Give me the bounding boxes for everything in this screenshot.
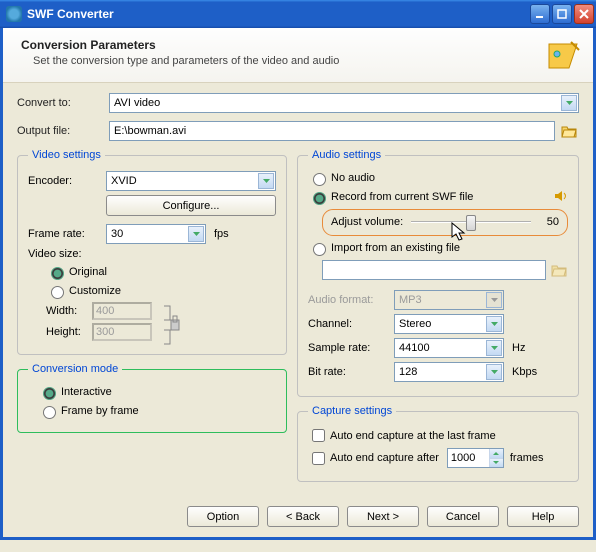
spin-down-icon[interactable] xyxy=(490,458,503,468)
adjust-volume-label: Adjust volume: xyxy=(331,216,403,228)
fps-unit: fps xyxy=(214,228,229,240)
video-size-customize-radio[interactable] xyxy=(51,286,64,299)
channel-dropdown[interactable]: Stereo xyxy=(394,314,504,334)
sample-rate-label: Sample rate: xyxy=(308,342,394,354)
audio-format-label: Audio format: xyxy=(308,294,394,306)
audio-no-audio-radio[interactable] xyxy=(313,173,326,186)
chevron-down-icon xyxy=(188,226,204,242)
speaker-icon xyxy=(554,190,568,205)
minimize-button[interactable] xyxy=(530,4,550,24)
chevron-down-icon xyxy=(486,316,502,332)
output-file-input[interactable] xyxy=(109,121,555,141)
video-settings-group: Video settings Encoder: XVID Configure..… xyxy=(17,149,287,355)
convert-to-label: Convert to: xyxy=(17,97,109,109)
volume-value: 50 xyxy=(537,216,559,228)
bit-rate-label: Bit rate: xyxy=(308,366,394,378)
audio-format-dropdown: MP3 xyxy=(394,290,504,310)
mode-frame-by-frame-radio[interactable] xyxy=(43,406,56,419)
frame-rate-dropdown[interactable]: 30 xyxy=(106,224,206,244)
video-size-original-radio[interactable] xyxy=(51,267,64,280)
volume-slider[interactable] xyxy=(411,213,531,231)
auto-end-frames-input[interactable] xyxy=(447,448,504,468)
frame-rate-label: Frame rate: xyxy=(28,228,106,240)
chevron-down-icon xyxy=(486,364,502,380)
chevron-down-icon xyxy=(258,173,274,189)
audio-import-radio[interactable] xyxy=(313,243,326,256)
width-label: Width: xyxy=(46,305,92,317)
audio-record-swf-radio[interactable] xyxy=(313,192,326,205)
help-button[interactable]: Help xyxy=(507,506,579,527)
video-size-label: Video size: xyxy=(28,248,106,260)
frames-unit: frames xyxy=(510,452,544,464)
browse-import-button xyxy=(550,260,568,280)
wizard-icon xyxy=(545,38,581,74)
video-settings-legend: Video settings xyxy=(28,149,105,161)
capture-settings-group: Capture settings Auto end capture at the… xyxy=(297,405,579,482)
cancel-button[interactable]: Cancel xyxy=(427,506,499,527)
width-input xyxy=(92,302,152,320)
encoder-dropdown[interactable]: XVID xyxy=(106,171,276,191)
conversion-mode-group: Conversion mode Interactive Frame by fra… xyxy=(17,363,287,433)
next-button[interactable]: Next > xyxy=(347,506,419,527)
height-label: Height: xyxy=(46,326,92,338)
option-button[interactable]: Option xyxy=(187,506,259,527)
import-path-input xyxy=(322,260,546,280)
page-title: Conversion Parameters xyxy=(21,38,545,52)
chevron-down-icon xyxy=(486,340,502,356)
sample-rate-unit: Hz xyxy=(512,342,525,354)
audio-settings-group: Audio settings No audio Record from curr… xyxy=(297,149,579,397)
conversion-mode-legend: Conversion mode xyxy=(28,363,122,375)
wizard-button-bar: Option < Back Next > Cancel Help xyxy=(3,498,593,537)
height-input xyxy=(92,323,152,341)
sample-rate-dropdown[interactable]: 44100 xyxy=(394,338,504,358)
encoder-label: Encoder: xyxy=(28,175,106,187)
back-button[interactable]: < Back xyxy=(267,506,339,527)
title-bar: SWF Converter xyxy=(0,0,596,28)
window-title: SWF Converter xyxy=(27,7,528,21)
channel-label: Channel: xyxy=(308,318,394,330)
mode-interactive-radio[interactable] xyxy=(43,387,56,400)
bit-rate-unit: Kbps xyxy=(512,366,537,378)
maximize-button[interactable] xyxy=(552,4,572,24)
page-subtitle: Set the conversion type and parameters o… xyxy=(33,55,545,67)
spin-up-icon[interactable] xyxy=(490,449,503,458)
aspect-lock-icon xyxy=(162,304,180,346)
page-header: Conversion Parameters Set the conversion… xyxy=(3,28,593,83)
chevron-down-icon xyxy=(486,292,502,308)
capture-settings-legend: Capture settings xyxy=(308,405,396,417)
browse-output-button[interactable] xyxy=(559,121,579,141)
convert-to-dropdown[interactable]: AVI video xyxy=(109,93,579,113)
close-button[interactable] xyxy=(574,4,594,24)
configure-button[interactable]: Configure... xyxy=(106,195,276,216)
bit-rate-dropdown[interactable]: 128 xyxy=(394,362,504,382)
auto-end-last-frame-checkbox[interactable] xyxy=(312,429,325,442)
output-file-label: Output file: xyxy=(17,125,109,137)
audio-settings-legend: Audio settings xyxy=(308,149,385,161)
app-icon xyxy=(6,6,22,22)
auto-end-after-checkbox[interactable] xyxy=(312,452,325,465)
chevron-down-icon xyxy=(561,95,577,111)
